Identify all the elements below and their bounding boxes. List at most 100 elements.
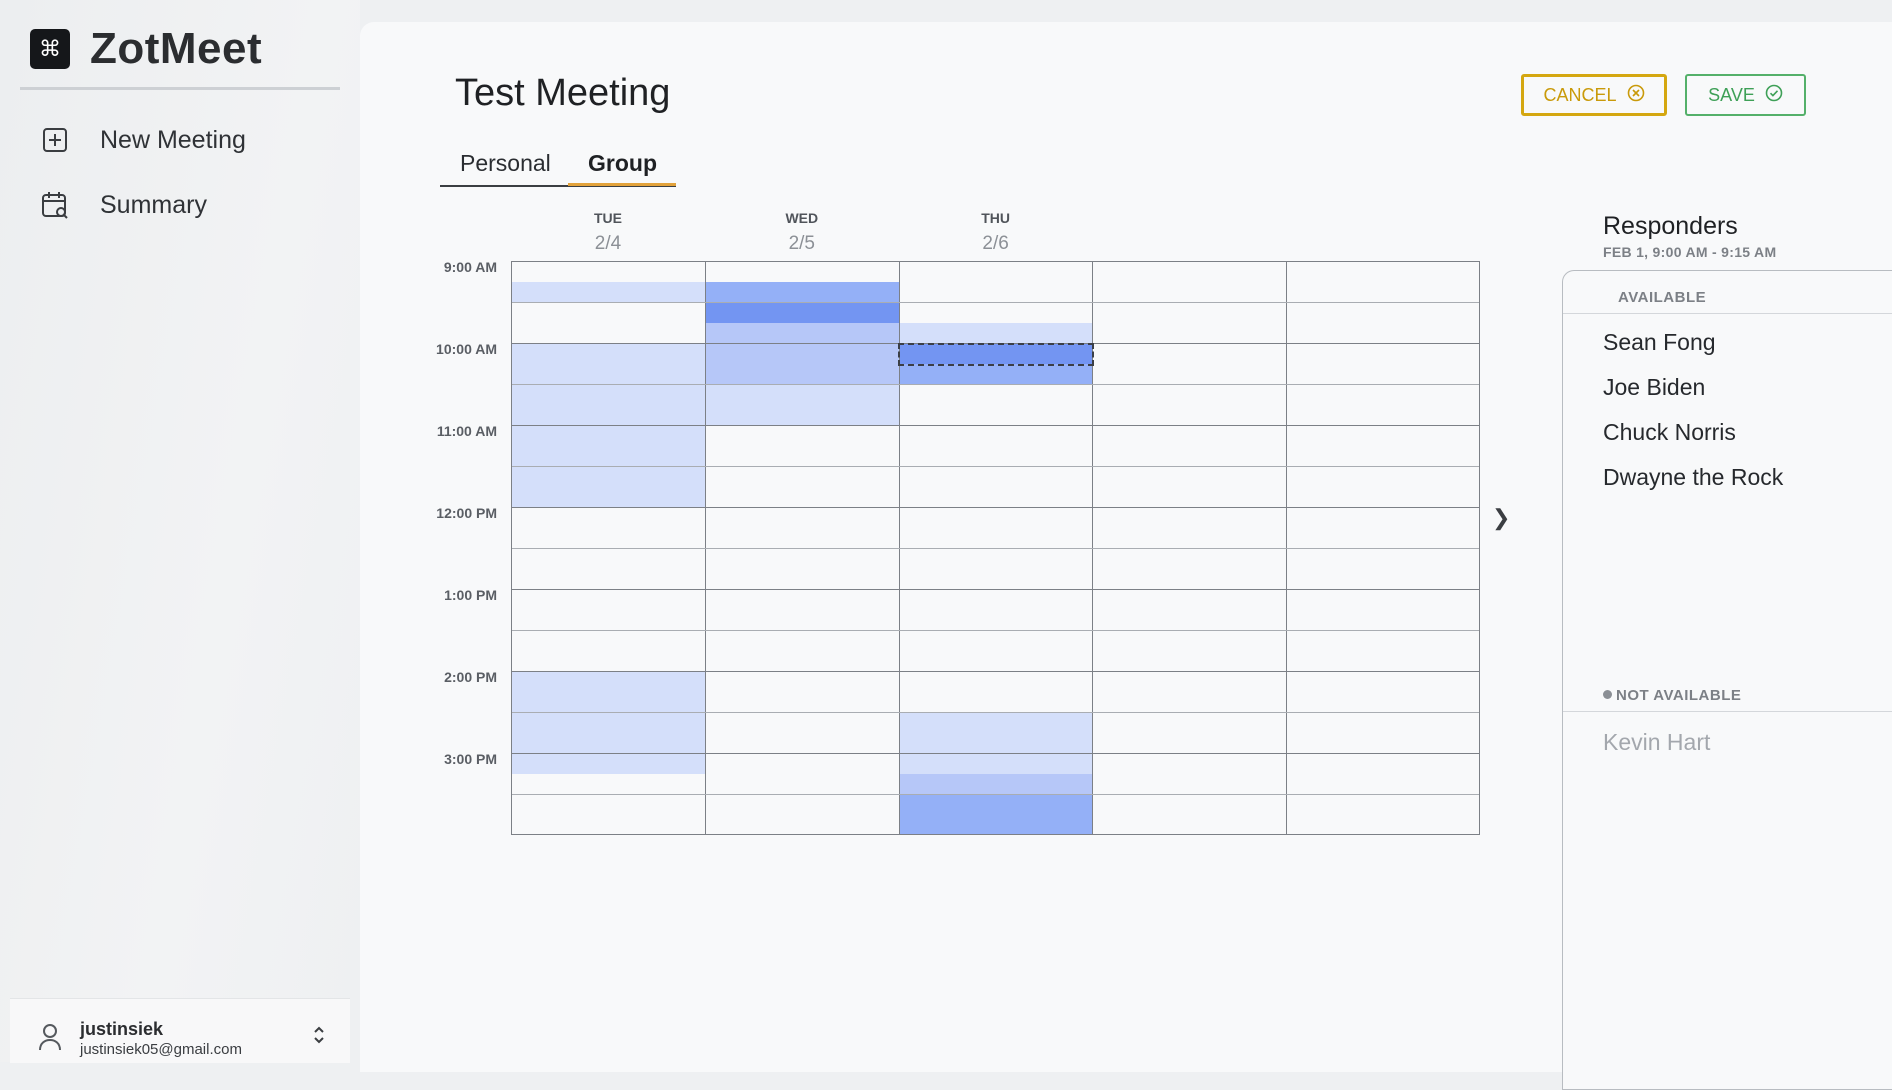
time-slot[interactable]	[511, 569, 705, 590]
time-slot[interactable]	[1092, 569, 1286, 590]
time-slot[interactable]	[899, 507, 1093, 528]
time-slot[interactable]	[704, 363, 899, 384]
time-slot[interactable]	[1286, 323, 1480, 344]
time-slot[interactable]	[1092, 282, 1286, 303]
time-slot[interactable]	[705, 261, 899, 282]
next-days-arrow-icon[interactable]: ❯	[1492, 505, 1510, 531]
time-slot[interactable]	[1092, 794, 1286, 815]
time-slot[interactable]	[1092, 630, 1286, 651]
time-slot[interactable]	[1092, 261, 1286, 282]
time-slot[interactable]	[511, 404, 705, 425]
time-slot[interactable]	[705, 794, 899, 815]
time-slot[interactable]	[1286, 794, 1480, 815]
time-slot[interactable]	[1286, 487, 1480, 508]
time-slot[interactable]	[511, 384, 705, 405]
time-slot[interactable]	[511, 794, 705, 815]
time-slot[interactable]	[1092, 610, 1286, 631]
time-slot[interactable]	[899, 651, 1093, 672]
time-slot[interactable]	[511, 630, 705, 651]
time-slot[interactable]	[511, 425, 705, 446]
time-slot[interactable]	[1092, 364, 1286, 385]
time-slot[interactable]	[898, 773, 1093, 794]
time-slot[interactable]	[1092, 671, 1286, 692]
time-slot[interactable]	[899, 446, 1093, 467]
time-slot[interactable]	[511, 281, 705, 302]
time-slot[interactable]	[1286, 261, 1480, 282]
availability-grid[interactable]	[511, 261, 1480, 835]
time-slot[interactable]	[705, 610, 899, 631]
time-slot[interactable]	[511, 712, 705, 733]
time-slot[interactable]	[1092, 507, 1286, 528]
time-slot[interactable]	[899, 610, 1093, 631]
time-slot[interactable]	[1092, 487, 1286, 508]
time-slot[interactable]	[1286, 671, 1480, 692]
time-slot[interactable]	[511, 589, 705, 610]
time-slot[interactable]	[511, 466, 705, 487]
time-slot[interactable]	[1286, 425, 1480, 446]
time-slot[interactable]	[1092, 589, 1286, 610]
time-slot[interactable]	[704, 404, 899, 425]
time-slot[interactable]	[1092, 548, 1286, 569]
time-slot[interactable]	[511, 323, 705, 344]
time-slot[interactable]	[705, 692, 899, 713]
user-menu[interactable]: justinsiek justinsiek05@gmail.com	[10, 998, 350, 1063]
time-slot[interactable]	[1286, 405, 1480, 426]
time-slot[interactable]	[899, 282, 1093, 303]
time-slot[interactable]	[899, 405, 1093, 426]
time-slot[interactable]	[898, 712, 1093, 733]
time-slot[interactable]	[511, 651, 705, 672]
time-slot[interactable]	[705, 733, 899, 754]
time-slot[interactable]	[705, 671, 899, 692]
time-slot[interactable]	[1092, 528, 1286, 549]
time-slot[interactable]	[898, 343, 1093, 364]
time-slot[interactable]	[705, 487, 899, 508]
time-slot[interactable]	[898, 363, 1093, 384]
time-slot[interactable]	[1286, 630, 1480, 651]
time-slot[interactable]	[511, 343, 705, 364]
time-slot[interactable]	[1092, 302, 1286, 323]
time-slot[interactable]	[1286, 384, 1480, 405]
time-slot[interactable]	[899, 466, 1093, 487]
tab-personal[interactable]: Personal	[460, 150, 551, 177]
time-slot[interactable]	[511, 261, 705, 282]
time-slot[interactable]	[899, 261, 1093, 282]
time-slot[interactable]	[1286, 302, 1480, 323]
time-slot[interactable]	[511, 445, 705, 466]
time-slot[interactable]	[511, 774, 705, 795]
time-slot[interactable]	[1286, 446, 1480, 467]
time-slot[interactable]	[899, 671, 1093, 692]
time-slot[interactable]	[705, 528, 899, 549]
time-slot[interactable]	[511, 691, 705, 712]
time-slot[interactable]	[705, 569, 899, 590]
time-slot[interactable]	[705, 753, 899, 774]
time-slot[interactable]	[898, 814, 1093, 835]
time-slot[interactable]	[899, 425, 1093, 446]
time-slot[interactable]	[898, 753, 1093, 774]
time-slot[interactable]	[898, 794, 1093, 815]
time-slot[interactable]	[1286, 589, 1480, 610]
time-slot[interactable]	[511, 732, 705, 753]
time-slot[interactable]	[704, 343, 899, 364]
time-slot[interactable]	[1092, 651, 1286, 672]
time-slot[interactable]	[1092, 774, 1286, 795]
time-slot[interactable]	[511, 486, 705, 507]
time-slot[interactable]	[899, 302, 1093, 323]
time-slot[interactable]	[1092, 323, 1286, 344]
time-slot[interactable]	[1092, 712, 1286, 733]
time-slot[interactable]	[704, 322, 899, 343]
time-slot[interactable]	[705, 548, 899, 569]
time-slot[interactable]	[704, 384, 899, 405]
time-slot[interactable]	[899, 589, 1093, 610]
time-slot[interactable]	[899, 528, 1093, 549]
time-slot[interactable]	[1286, 364, 1480, 385]
time-slot[interactable]	[511, 548, 705, 569]
time-slot[interactable]	[1286, 343, 1480, 364]
time-slot[interactable]	[705, 774, 899, 795]
cancel-button[interactable]: CANCEL	[1521, 74, 1667, 116]
time-slot[interactable]	[705, 425, 899, 446]
time-slot[interactable]	[1286, 733, 1480, 754]
time-slot[interactable]	[511, 671, 705, 692]
time-slot[interactable]	[1092, 753, 1286, 774]
time-slot[interactable]	[1286, 753, 1480, 774]
time-slot[interactable]	[899, 692, 1093, 713]
